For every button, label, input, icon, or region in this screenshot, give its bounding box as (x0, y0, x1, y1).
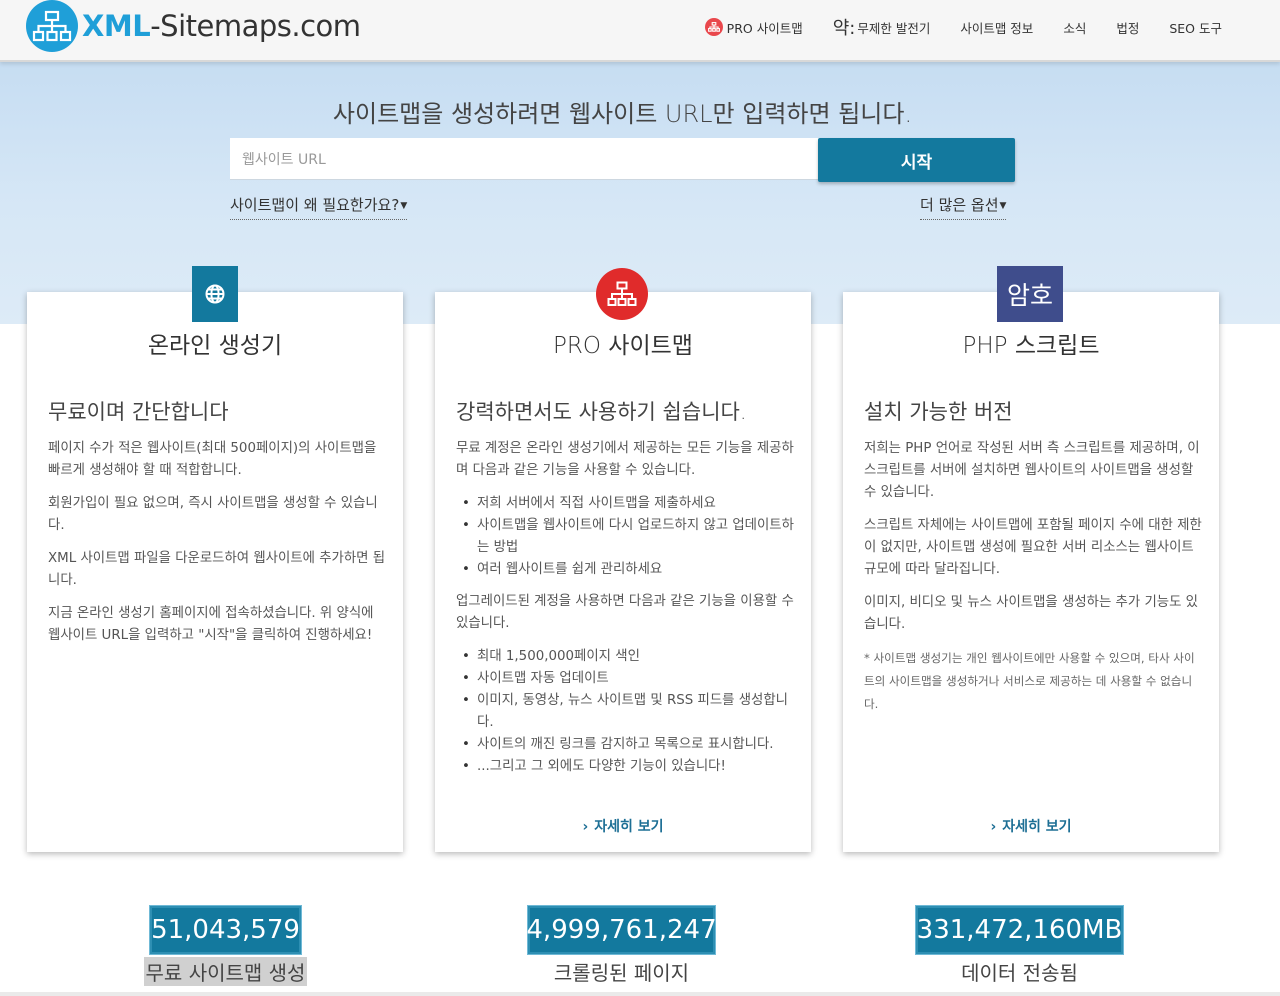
card-paragraph: XML 사이트맵 파일을 다운로드하여 웹사이트에 추가하면 됩니다. (48, 551, 386, 588)
stat-pages-value: 4,999,761,247 (526, 905, 717, 955)
nav-pro-sitemaps[interactable]: PRO 사이트맵 (704, 18, 803, 37)
php-learn-more-link[interactable]: › 자세히 보기 (843, 816, 1219, 836)
site-logo[interactable]: XML-Sitemaps.com (26, 0, 361, 52)
card-paragraph: 업그레이드된 계정을 사용하면 다음과 같은 기능을 이용할 수 있습니다. (456, 594, 794, 631)
pro-sitemaps-card: PRO 사이트맵 강력하면서도 사용하기 쉽습니다. 무료 계정은 온라인 생성… (435, 292, 811, 852)
logo-brand: XML (82, 9, 151, 43)
url-placeholder: 웹사이트 URL (242, 151, 326, 168)
stat-data-value: 331,472,160MB (915, 905, 1124, 955)
card-body: 페이지 수가 적은 웹사이트(최대 500페이지)의 사이트맵을 빠르게 생성해… (48, 438, 388, 658)
stat-pages-label: 크롤링된 페이지 (553, 961, 690, 985)
card-title: PHP 스크립트 (962, 333, 1100, 359)
card-subtitle: 강력하면서도 사용하기 쉽습니다. (456, 400, 747, 424)
card-paragraph: 지금 온라인 생성기 홈페이지에 접속하셨습니다. 위 양식에 웹사이트 URL… (48, 606, 374, 643)
chevron-right-icon: › (582, 819, 589, 835)
php-script-card: PHP 스크립트 설치 가능한 버전 저희는 PHP 언어로 작성된 서버 측 … (843, 292, 1219, 852)
list-item: 사이트맵을 웹사이트에 다시 업로드하지 않고 업데이트하는 방법 (456, 515, 801, 559)
nav-pro-label: PRO 사이트맵 (726, 20, 803, 36)
hero-title: 사이트맵을 생성하려면 웹사이트 URL만 입력하면 됩니다. (332, 100, 913, 128)
logo-domain: -Sitemaps.com (150, 9, 361, 43)
php-badge: 암호 (997, 266, 1063, 322)
sitemap-icon (596, 268, 648, 320)
nav-seo-label: SEO 도구 (1169, 20, 1222, 36)
nav-legal-label: 법정 (1116, 20, 1140, 36)
logo-text: XML-Sitemaps.com (82, 9, 361, 43)
bottom-strip (0, 992, 1280, 996)
nav-legal[interactable]: 법정 (1116, 18, 1139, 37)
card-paragraph: 무료 계정은 온라인 생성기에서 제공하는 모든 기능을 제공하며 다음과 같은… (456, 441, 794, 478)
card-paragraph: 이미지, 비디오 및 뉴스 사이트맵을 생성하는 추가 기능도 있습니다. (864, 595, 1198, 632)
website-url-input[interactable]: 웹사이트 URL (230, 138, 820, 180)
card-title: 온라인 생성기 (147, 333, 283, 359)
sitemap-logo-icon (26, 0, 78, 52)
free-features-list: 저희 서버에서 직접 사이트맵을 제출하세요 사이트맵을 웹사이트에 다시 업로… (456, 493, 801, 581)
nav-about-label: 사이트맵 정보 (960, 20, 1034, 36)
card-paragraph: 페이지 수가 적은 웹사이트(최대 500페이지)의 사이트맵을 빠르게 생성해… (48, 441, 377, 478)
stat-sitemaps-label: 무료 사이트맵 생성 (144, 957, 307, 986)
nav-unlimited-label: 무제한 발전기 (857, 20, 931, 36)
nav-prefix: 약: (832, 18, 856, 39)
online-generator-card: 온라인 생성기 무료이며 간단합니다 페이지 수가 적은 웹사이트(최대 500… (27, 292, 403, 852)
nav-seo-tools[interactable]: SEO 도구 (1169, 18, 1222, 37)
card-title: PRO 사이트맵 (553, 333, 693, 359)
stat-data-label: 데이터 전송됨 (961, 961, 1078, 985)
nav-news-label: 소식 (1063, 20, 1087, 36)
globe-icon (192, 266, 238, 322)
card-paragraph: 저희는 PHP 언어로 작성된 서버 측 스크립트를 제공하며, 이 스크립트를… (864, 441, 1200, 500)
card-body: 무료 계정은 온라인 생성기에서 제공하는 모든 기능을 제공하며 다음과 같은… (456, 438, 801, 788)
stat-sitemaps-value: 51,043,579 (149, 905, 302, 955)
chevron-right-icon: › (990, 819, 997, 835)
usage-note: * 사이트맵 생성기는 개인 웹사이트에만 사용할 수 있으며, 타사 사이트의… (864, 651, 1195, 711)
nav-unlimited-generator[interactable]: 약: 무제한 발전기 (833, 14, 931, 40)
nav-about-sitemaps[interactable]: 사이트맵 정보 (960, 18, 1033, 37)
main-nav: PRO 사이트맵 약: 무제한 발전기 사이트맵 정보 소식 법정 SEO 도구 (704, 14, 1222, 40)
list-item: 최대 1,500,000페이지 색인 (456, 646, 801, 668)
start-button[interactable]: 시작 (818, 138, 1015, 182)
learn-more-label: 자세히 보기 (1002, 819, 1072, 835)
nav-news[interactable]: 소식 (1063, 18, 1086, 37)
learn-more-label: 자세히 보기 (594, 819, 664, 835)
upgraded-features-list: 최대 1,500,000페이지 색인 사이트맵 자동 업데이트 이미지, 동영상… (456, 646, 801, 778)
list-item: 여러 웹사이트를 쉽게 관리하세요 (456, 559, 801, 581)
more-options-label: 더 많은 옵션 (920, 196, 999, 214)
card-paragraph: 스크립트 자체에는 사이트맵에 포함될 페이지 수에 대한 제한이 없지만, 사… (864, 518, 1202, 577)
more-options-link[interactable]: 더 많은 옵션▼ (920, 194, 1007, 220)
pro-learn-more-link[interactable]: › 자세히 보기 (435, 816, 811, 836)
why-sitemap-link[interactable]: 사이트맵이 왜 필요한가요?▼ (230, 194, 408, 220)
list-item: 사이트의 깨진 링크를 감지하고 목록으로 표시합니다. (456, 734, 801, 756)
site-header: XML-Sitemaps.com PRO 사이트맵 약: 무제한 발전기 사이트… (0, 0, 1280, 62)
list-item: 이미지, 동영상, 뉴스 사이트맵 및 RSS 피드를 생성합니다. (456, 690, 801, 734)
pro-sitemap-icon (704, 18, 723, 36)
card-paragraph: 회원가입이 필요 없으며, 즉시 사이트맵을 생성할 수 있습니다. (48, 496, 378, 533)
caret-down-icon: ▼ (999, 200, 1007, 211)
list-item: 사이트맵 자동 업데이트 (456, 668, 801, 690)
list-item: 저희 서버에서 직접 사이트맵을 제출하세요 (456, 493, 801, 515)
list-item: ...그리고 그 외에도 다양한 기능이 있습니다! (456, 756, 801, 778)
caret-down-icon: ▼ (400, 200, 408, 211)
card-subtitle: 무료이며 간단합니다 (48, 400, 229, 424)
card-body: 저희는 PHP 언어로 작성된 서버 측 스크립트를 제공하며, 이 스크립트를… (864, 438, 1202, 727)
why-sitemap-label: 사이트맵이 왜 필요한가요? (230, 196, 400, 214)
card-subtitle: 설치 가능한 버전 (864, 400, 1013, 424)
